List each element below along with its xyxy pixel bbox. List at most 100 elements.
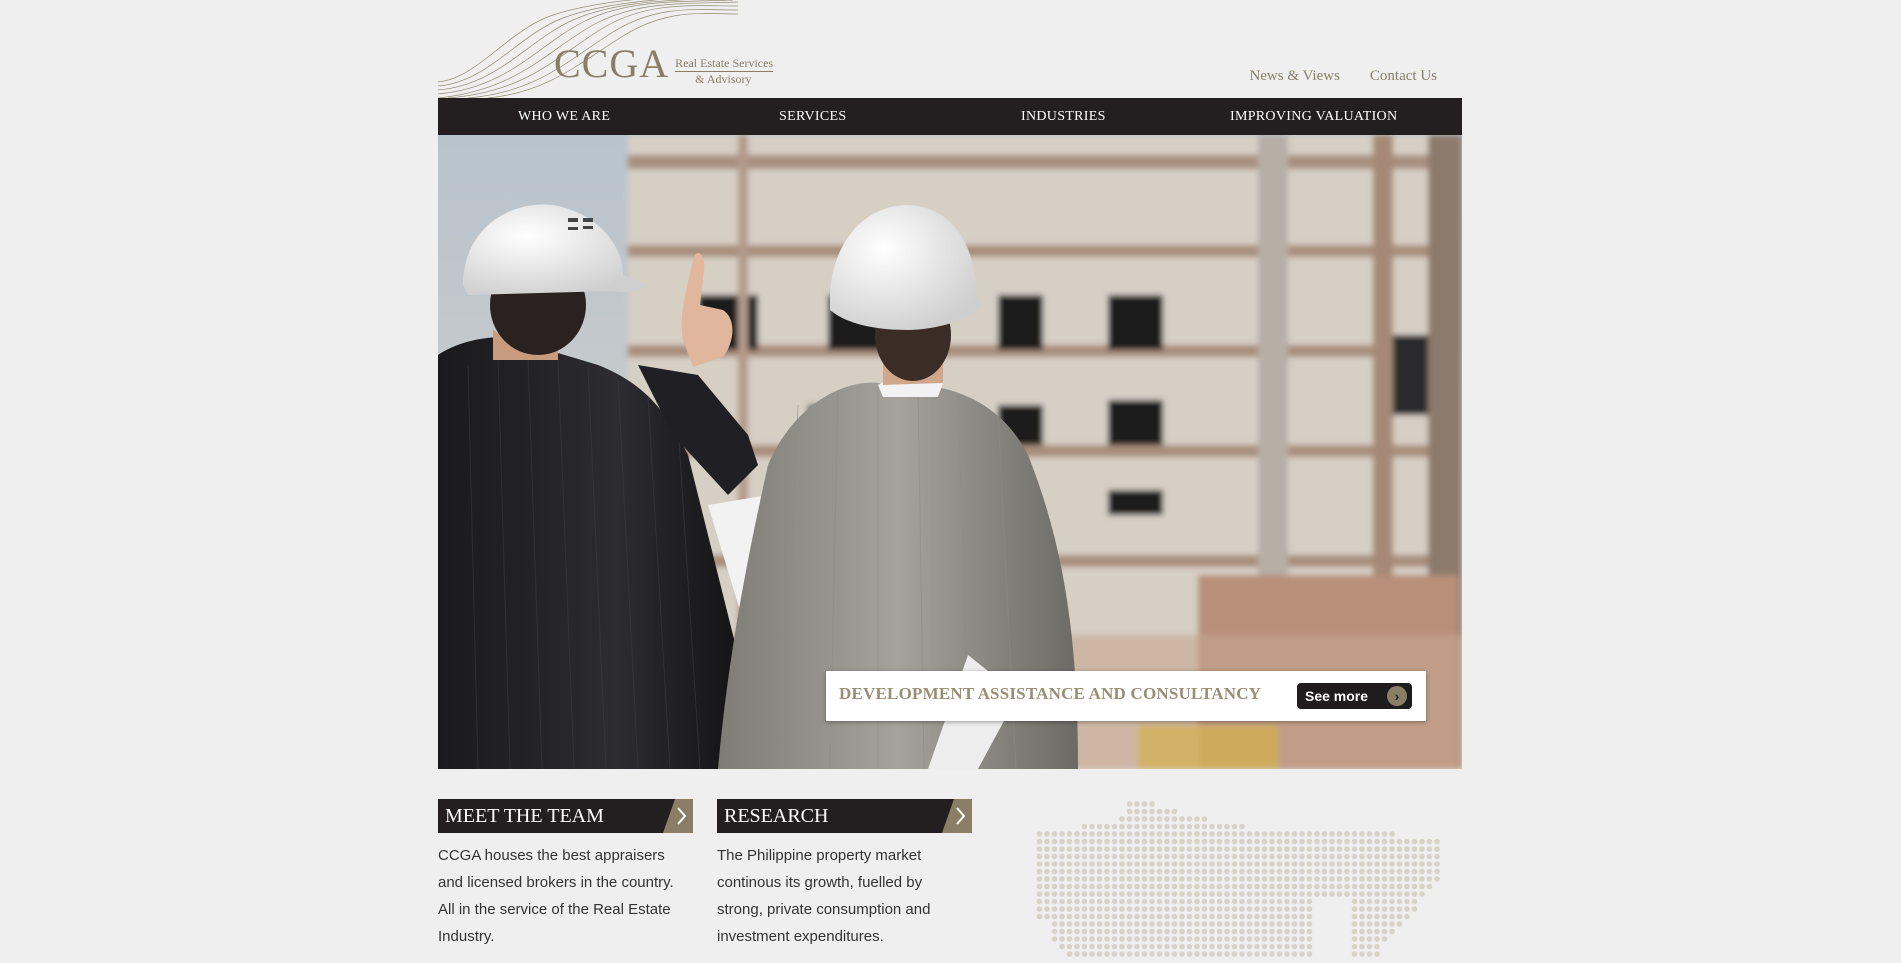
map-dot	[1336, 853, 1343, 860]
map-dot	[1306, 913, 1313, 920]
map-dot	[1276, 891, 1283, 897]
map-dot	[1366, 868, 1373, 875]
map-dot	[1171, 936, 1178, 942]
map-dot	[1111, 951, 1118, 957]
map-dot	[1374, 831, 1380, 837]
map-dot	[1036, 898, 1043, 905]
map-dot	[1201, 913, 1208, 920]
map-dot	[1389, 853, 1395, 860]
map-dot	[1261, 906, 1268, 912]
map-dot	[1051, 868, 1058, 875]
map-dot	[1194, 868, 1200, 875]
map-dot	[1224, 831, 1230, 837]
map-dot	[1419, 838, 1425, 845]
map-dot	[1359, 868, 1365, 875]
map-dot	[1254, 928, 1260, 935]
map-dot	[1051, 876, 1058, 882]
map-dot	[1194, 943, 1200, 950]
map-dot	[1231, 868, 1238, 875]
map-dot	[1111, 823, 1118, 830]
map-dot	[1231, 876, 1238, 882]
map-dot	[1179, 876, 1185, 882]
meet-the-team-title: MEET THE TEAM	[445, 805, 604, 827]
map-dot	[1074, 876, 1080, 882]
map-dot	[1216, 936, 1223, 942]
map-dot	[1149, 816, 1155, 822]
map-dot	[1269, 913, 1275, 920]
research-header[interactable]: RESEARCH	[717, 799, 972, 833]
map-dot	[1216, 913, 1223, 920]
map-dot	[1254, 943, 1260, 950]
map-dot	[1081, 838, 1088, 845]
map-dot	[1261, 876, 1268, 882]
map-dot	[1276, 951, 1283, 957]
map-dot	[1291, 951, 1298, 957]
map-dot	[1149, 838, 1155, 845]
map-dot	[1209, 928, 1215, 935]
nav-item-who-we-are[interactable]: WHO WE ARE	[518, 98, 610, 135]
map-dot	[1246, 846, 1253, 852]
map-dot	[1269, 936, 1275, 942]
map-dot	[1209, 868, 1215, 875]
map-dot	[1201, 876, 1208, 882]
map-dot	[1149, 823, 1155, 830]
map-dot	[1269, 868, 1275, 875]
map-dot	[1284, 876, 1290, 882]
map-dot	[1389, 883, 1395, 890]
map-dot	[1381, 883, 1388, 890]
map-dot	[1246, 876, 1253, 882]
news-views-link[interactable]: News & Views	[1249, 68, 1339, 85]
map-dot	[1351, 928, 1358, 935]
meet-the-team-header[interactable]: MEET THE TEAM	[438, 799, 693, 833]
map-dot	[1156, 883, 1163, 890]
hero-banner: DEVELOPMENT ASSISTANCE AND CONSULTANCY S…	[438, 135, 1462, 769]
map-dot	[1149, 921, 1155, 927]
map-dot	[1284, 906, 1290, 912]
map-dot	[1104, 838, 1110, 845]
see-more-button[interactable]: See more ›	[1297, 683, 1412, 709]
map-dot	[1149, 853, 1155, 860]
map-dot	[1059, 846, 1065, 852]
map-dot	[1389, 891, 1395, 897]
map-dot	[1374, 906, 1380, 912]
map-dot	[1246, 921, 1253, 927]
map-dot	[1096, 853, 1103, 860]
map-dot	[1269, 853, 1275, 860]
map-dot	[1164, 936, 1170, 942]
map-dot	[1096, 906, 1103, 912]
map-dot	[1351, 876, 1358, 882]
map-dot	[1209, 906, 1215, 912]
map-dot	[1036, 861, 1043, 867]
map-dot	[1426, 853, 1433, 860]
map-dot	[1066, 898, 1073, 905]
nav-item-improving-valuation[interactable]: IMPROVING VALUATION	[1230, 98, 1397, 135]
map-dot	[1141, 936, 1148, 942]
nav-item-services[interactable]: SERVICES	[779, 98, 846, 135]
map-dot	[1269, 831, 1275, 837]
map-dot	[1051, 853, 1058, 860]
map-dot	[1321, 838, 1328, 845]
map-dot	[1171, 853, 1178, 860]
map-dot	[1276, 943, 1283, 950]
logo[interactable]: CCGA Real Estate Services & Advisory	[554, 44, 774, 86]
map-dot	[1374, 951, 1380, 957]
map-dot	[1261, 936, 1268, 942]
map-dot	[1186, 913, 1193, 920]
map-dot	[1141, 831, 1148, 837]
map-dot	[1074, 928, 1080, 935]
map-dot	[1104, 831, 1110, 837]
map-dot	[1074, 891, 1080, 897]
map-dot	[1299, 861, 1305, 867]
map-dot	[1134, 831, 1140, 837]
map-dot	[1246, 928, 1253, 935]
map-dot	[1066, 831, 1073, 837]
map-dot	[1074, 883, 1080, 890]
map-dot	[1404, 883, 1410, 890]
map-dot	[1224, 883, 1230, 890]
map-dot	[1186, 928, 1193, 935]
contact-us-link[interactable]: Contact Us	[1370, 68, 1437, 85]
map-dot	[1059, 943, 1065, 950]
nav-item-industries[interactable]: INDUSTRIES	[1021, 98, 1106, 135]
map-dot	[1111, 853, 1118, 860]
map-dot	[1276, 921, 1283, 927]
